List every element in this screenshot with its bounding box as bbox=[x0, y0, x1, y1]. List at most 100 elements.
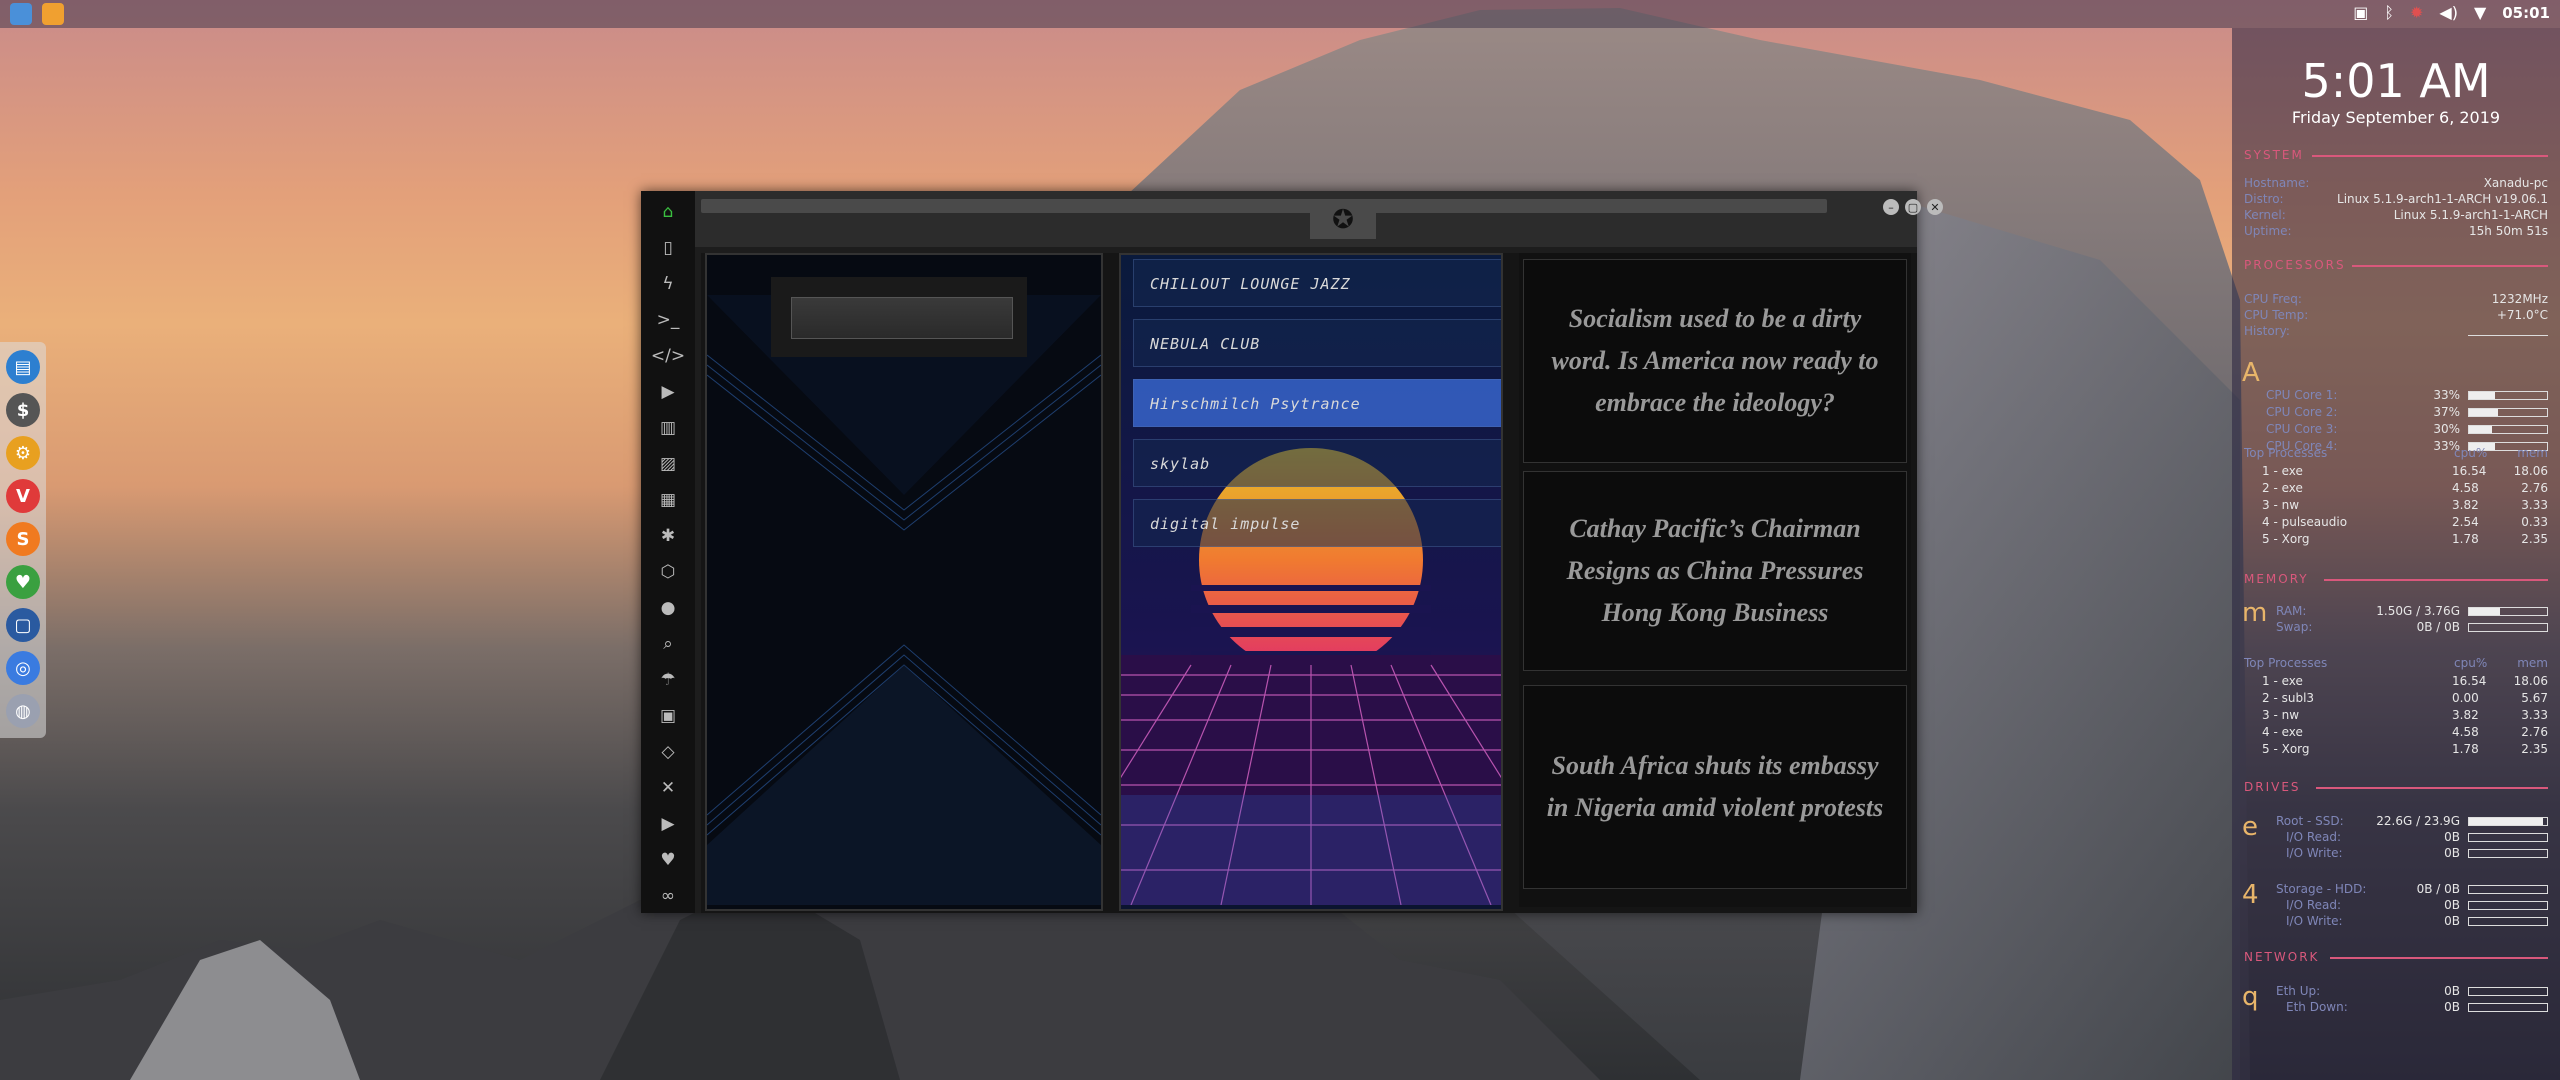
kernel-label: Kernel: bbox=[2244, 208, 2286, 222]
process-mem: 2.76 bbox=[2521, 481, 2548, 495]
process-name: 5 - Xorg bbox=[2262, 532, 2310, 546]
settings-icon[interactable]: ⚙ bbox=[6, 436, 40, 470]
window-titlebar[interactable]: ✪ – ▢ ✕ bbox=[695, 191, 1943, 247]
process-row: 5 - Xorg 1.78 2.35 bbox=[2262, 532, 2548, 547]
screenshot-icon[interactable]: ▣ bbox=[2353, 3, 2368, 22]
chrome-icon[interactable]: ◎ bbox=[6, 651, 40, 685]
process-row: 3 - nw 3.82 3.33 bbox=[2262, 498, 2548, 513]
uptime-value: 15h 50m 51s bbox=[2469, 224, 2548, 238]
window-sidebar: ⌂ ▯ ϟ >_ </> ▶ ▥ ▨ ▦ ✱ ⬡ ● ⌕ ☂ ▣ ◇ ✕ ▶ ♥… bbox=[641, 191, 695, 913]
terminal-icon[interactable]: >_ bbox=[655, 307, 681, 333]
sublime-icon[interactable] bbox=[42, 3, 64, 25]
cpu-history-graph bbox=[2468, 327, 2548, 336]
book-icon[interactable]: ▥ bbox=[655, 415, 681, 441]
process-cpu: 1.78 bbox=[2452, 742, 2479, 756]
cpu-core-row: CPU Core 2: 37% bbox=[2266, 405, 2548, 420]
distro-label: Distro: bbox=[2244, 192, 2284, 206]
station-skylab[interactable]: skylab bbox=[1133, 439, 1501, 487]
process-cpu: 0.00 bbox=[2452, 691, 2479, 705]
process-mem: 18.06 bbox=[2513, 674, 2548, 688]
storage-label: Storage - HDD: bbox=[2276, 882, 2367, 896]
monitor-icon[interactable]: ♥ bbox=[6, 565, 40, 599]
globe-icon[interactable]: ● bbox=[655, 595, 681, 621]
vivaldi-icon[interactable]: V bbox=[6, 479, 40, 513]
process-name: 2 - subl3 bbox=[2262, 691, 2315, 705]
youtube-icon[interactable]: ▶ bbox=[655, 811, 681, 837]
news-headline[interactable]: Cathay Pacific’s Chairman Resigns as Chi… bbox=[1523, 471, 1907, 671]
cpu-core-label: CPU Core 3: bbox=[2266, 422, 2338, 436]
cpu-core-row: CPU Core 3: 30% bbox=[2266, 422, 2548, 437]
notification-icon[interactable]: ✹ bbox=[2410, 3, 2423, 22]
files-icon[interactable]: ▤ bbox=[6, 350, 40, 384]
search-input[interactable] bbox=[791, 297, 1013, 339]
distro-value: Linux 5.1.9-arch1-1-ARCH v19.06.1 bbox=[2337, 192, 2548, 206]
station-nebula-club[interactable]: NEBULA CLUB bbox=[1133, 319, 1501, 367]
conky-clock: 5:01 AM bbox=[2301, 54, 2491, 108]
expand-icon[interactable]: ✕ bbox=[655, 775, 681, 801]
process-cpu: 16.54 bbox=[2452, 674, 2487, 688]
minimize-button[interactable]: – bbox=[1883, 199, 1899, 215]
star-icon[interactable]: ✱ bbox=[655, 523, 681, 549]
cpu-core-label: CPU Core 2: bbox=[2266, 405, 2338, 419]
cpu-glyph: A bbox=[2242, 358, 2260, 388]
document-icon[interactable]: ▯ bbox=[655, 235, 681, 261]
search-icon[interactable]: ⌕ bbox=[655, 631, 681, 657]
process-cpu: 1.78 bbox=[2452, 532, 2479, 546]
news-headline[interactable]: South Africa shuts its embassy in Nigeri… bbox=[1523, 685, 1907, 889]
top-processes-label: Top Processes bbox=[2244, 446, 2328, 460]
drive-glyph: e bbox=[2242, 812, 2258, 842]
display-icon[interactable]: ▢ bbox=[6, 608, 40, 642]
close-button[interactable]: ✕ bbox=[1927, 199, 1943, 215]
cpu-core-bar bbox=[2468, 425, 2548, 434]
station-chillout-lounge-jazz[interactable]: CHILLOUT LOUNGE JAZZ bbox=[1133, 259, 1501, 307]
umbrella-icon[interactable]: ☂ bbox=[655, 667, 681, 693]
folder-icon[interactable] bbox=[10, 3, 32, 25]
storage-value: 0B / 0B bbox=[2416, 882, 2460, 896]
eth-down-bar bbox=[2468, 1003, 2548, 1012]
kernel-value: Linux 5.1.9-arch1-1-ARCH bbox=[2393, 208, 2548, 222]
code-icon[interactable]: </> bbox=[651, 343, 685, 369]
infinity-icon[interactable]: ∞ bbox=[655, 883, 681, 909]
cpu-core-value: 30% bbox=[2433, 422, 2460, 436]
bluetooth-icon[interactable]: ᛒ bbox=[2384, 3, 2394, 22]
station-hirschmilch-psytrance[interactable]: Hirschmilch Psytrance bbox=[1133, 379, 1501, 427]
heart-icon[interactable]: ♥ bbox=[655, 847, 681, 873]
contact-icon[interactable]: ▣ bbox=[655, 703, 681, 729]
storage-bar bbox=[2468, 885, 2548, 894]
play-icon[interactable]: ▶ bbox=[655, 379, 681, 405]
mem-header: mem bbox=[2517, 656, 2548, 670]
io-write-bar bbox=[2468, 917, 2548, 926]
ram-bar bbox=[2468, 607, 2548, 616]
root-value: 22.6G / 23.9G bbox=[2376, 814, 2460, 828]
station-digital-impulse[interactable]: digital impulse bbox=[1133, 499, 1501, 547]
address-bar[interactable] bbox=[701, 199, 1827, 213]
news-icon[interactable]: ▦ bbox=[655, 487, 681, 513]
cpu-core-label: CPU Core 1: bbox=[2266, 388, 2338, 402]
eth-down-label: Eth Down: bbox=[2286, 1000, 2348, 1014]
process-mem: 0.33 bbox=[2521, 515, 2548, 529]
eth-up-value: 0B bbox=[2444, 984, 2460, 998]
image-icon[interactable]: ▨ bbox=[655, 451, 681, 477]
news-headline[interactable]: Socialism used to be a dirty word. Is Am… bbox=[1523, 259, 1907, 463]
flash-icon[interactable]: ϟ bbox=[655, 271, 681, 297]
eth-up-bar bbox=[2468, 987, 2548, 996]
process-mem: 18.06 bbox=[2513, 464, 2548, 478]
panel-clock[interactable]: 05:01 bbox=[2502, 4, 2550, 22]
link-icon[interactable]: ◇ bbox=[655, 739, 681, 765]
window-content: CHILLOUT LOUNGE JAZZ NEBULA CLUB Hirschm… bbox=[701, 253, 1917, 913]
process-mem: 3.33 bbox=[2521, 708, 2548, 722]
money-icon[interactable]: $ bbox=[6, 393, 40, 427]
io-write-value: 0B bbox=[2444, 846, 2460, 860]
home-icon[interactable]: ⌂ bbox=[655, 199, 681, 225]
process-name: 1 - exe bbox=[2262, 674, 2303, 688]
volume-icon[interactable]: ◀) bbox=[2439, 3, 2458, 22]
section-system: SYSTEM bbox=[2244, 148, 2304, 162]
hostname-value: Xanadu-pc bbox=[2483, 176, 2548, 190]
maximize-button[interactable]: ▢ bbox=[1905, 199, 1921, 215]
cpu-core-value: 37% bbox=[2433, 405, 2460, 419]
hexagon-icon[interactable]: ⬡ bbox=[655, 559, 681, 585]
wifi-icon[interactable]: ▼ bbox=[2474, 3, 2486, 22]
globe-icon[interactable]: ◍ bbox=[6, 694, 40, 728]
top-panel: ▣ ᛒ ✹ ◀) ▼ 05:01 bbox=[0, 0, 2560, 28]
sublime-icon[interactable]: S bbox=[6, 522, 40, 556]
